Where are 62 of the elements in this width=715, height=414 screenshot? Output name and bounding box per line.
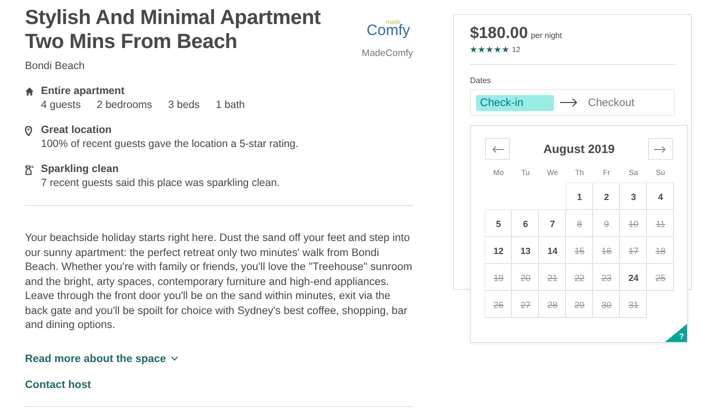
calendar-day: 15 — [566, 237, 593, 264]
calendar-day[interactable]: 14 — [539, 237, 566, 264]
calendar-day[interactable]: 24 — [620, 264, 647, 291]
highlight-title: Sparkling clean — [41, 163, 120, 176]
highlight-detail: 2 bedrooms — [96, 98, 152, 113]
arrow-right-icon — [654, 146, 666, 152]
dates-label: Dates — [470, 76, 491, 85]
calendar-day: 26 — [485, 291, 512, 318]
price-unit: per night — [530, 31, 562, 40]
month-title: August 2019 — [543, 142, 615, 156]
calendar-day[interactable]: 12 — [485, 237, 512, 264]
calendar-day: 28 — [539, 291, 566, 318]
calendar-day: 30 — [593, 291, 620, 318]
listing-description: Your beachside holiday starts right here. Dust the sand off your feet and step into our sunny apartment: the perfect retreat only two minutes' walk from Bondi Beach. Whether you're with family or friends, you'll love the "Treehouse" sunroom and the bright, arty spaces, contemporary furniture and high-end appliances. Leave through the front door you'll be on the sand within minutes, exit via the back gate and you'll be spoilt for choice with Sydney's best coffee, shopping, bar and dining options. — [25, 231, 414, 332]
read-more-link[interactable]: Read more about the space — [25, 352, 178, 364]
highlight-detail: 4 guests — [41, 98, 81, 113]
calendar-day: 19 — [485, 264, 512, 291]
next-month-button[interactable] — [648, 138, 673, 160]
spray-bottle-icon — [25, 165, 34, 175]
calendar-day[interactable]: 4 — [647, 183, 674, 210]
highlight-detail: 100% of recent guests gave the location a 5-star rating. — [41, 137, 298, 152]
calendar-day: 17 — [620, 237, 647, 264]
calendar-day: 22 — [566, 264, 593, 291]
calendar-day[interactable]: 3 — [620, 183, 647, 210]
calendar-day[interactable]: 2 — [593, 183, 620, 210]
arrow-left-icon — [492, 146, 504, 152]
house-icon — [25, 87, 34, 96]
calendar-day: 29 — [566, 291, 593, 318]
calendar-day: 31 — [620, 291, 647, 318]
contact-host-link[interactable]: Contact host — [25, 378, 91, 390]
calendar-day: 9 — [593, 210, 620, 237]
calendar-day[interactable]: 7 — [539, 210, 566, 237]
calendar-day: 23 — [593, 264, 620, 291]
listing-location: Bondi Beach — [25, 60, 86, 72]
host-name: MadeComfy — [362, 48, 413, 59]
calendar-day: 11 — [647, 210, 674, 237]
arrow-right-icon — [560, 98, 578, 107]
calendar-day[interactable]: 1 — [566, 183, 593, 210]
dates-field[interactable]: Check-in Checkout — [470, 89, 675, 116]
highlight-detail: 1 bath — [216, 98, 245, 113]
chevron-down-icon — [171, 356, 178, 361]
calendar-day: 10 — [620, 210, 647, 237]
calendar-day: 27 — [512, 291, 539, 318]
highlight-title: Great location — [41, 124, 113, 137]
highlight-title: Entire apartment — [41, 85, 126, 98]
date-input[interactable]: Checkout — [584, 94, 662, 110]
price: $180.00 — [470, 25, 528, 43]
listing-title: Stylish And Minimal Apartment Two Mins From Beach — [25, 6, 322, 54]
calendar-day[interactable]: 13 — [512, 237, 539, 264]
location-pin-icon — [25, 126, 32, 136]
calendar-day: 18 — [647, 237, 674, 264]
previous-month-button[interactable] — [485, 138, 510, 160]
highlight-detail: 3 beds — [168, 98, 200, 113]
calendar-day: 8 — [566, 210, 593, 237]
date-input[interactable]: Check-in — [476, 94, 554, 110]
calendar-day: 21 — [539, 264, 566, 291]
calendar-day: 20 — [512, 264, 539, 291]
calendar-day[interactable]: 6 — [512, 210, 539, 237]
calendar-day: 16 — [593, 237, 620, 264]
calendar-day[interactable]: 5 — [485, 210, 512, 237]
calendar-day: 25 — [647, 264, 674, 291]
highlight-detail: 7 recent guests said this place was sparkling clean. — [41, 176, 280, 191]
